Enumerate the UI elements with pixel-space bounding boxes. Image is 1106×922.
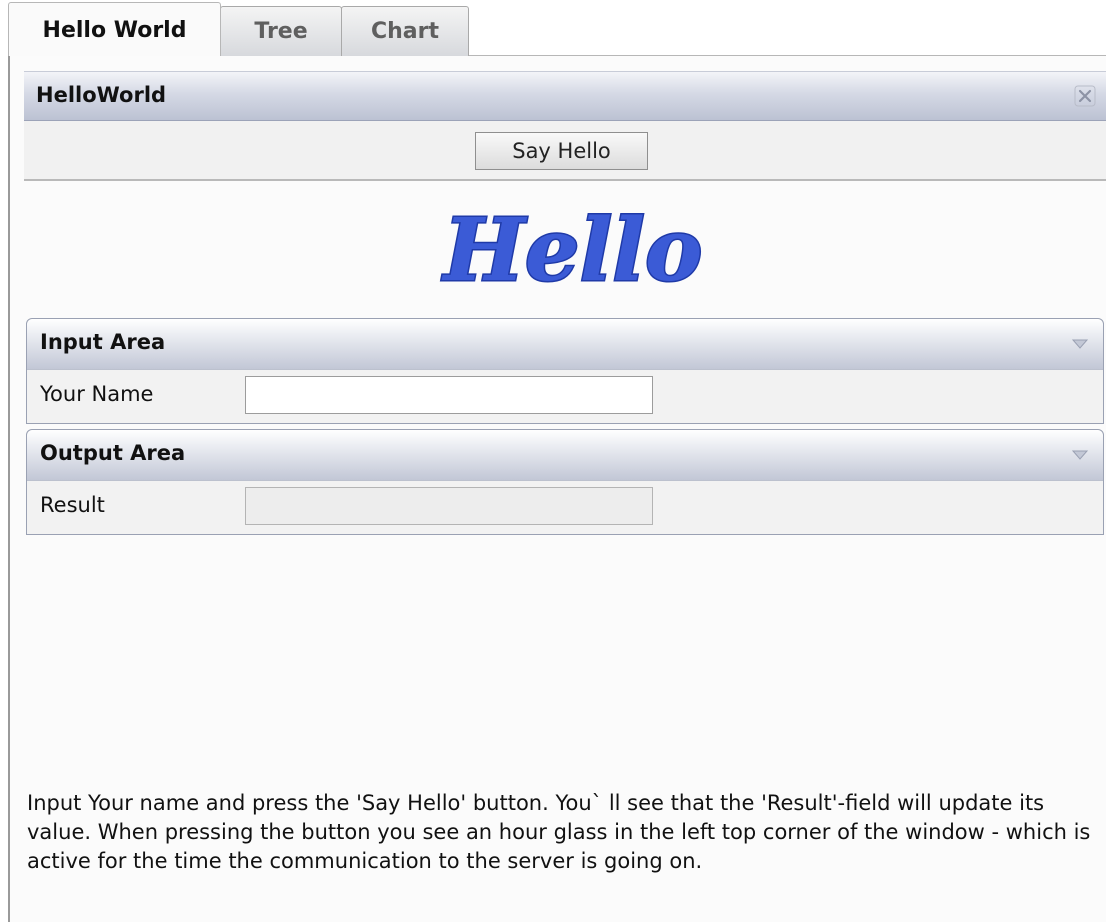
panel-title: HelloWorld — [36, 83, 167, 107]
tab-hello-world[interactable]: Hello World — [8, 2, 221, 57]
close-icon[interactable] — [1074, 85, 1096, 107]
tab-tree[interactable]: Tree — [220, 6, 342, 56]
tab-page-hello-world: HelloWorld Say Hello Hello Input Area Yo… — [8, 56, 1106, 922]
help-text: Input Your name and press the 'Say Hello… — [27, 791, 1091, 873]
result-field — [245, 487, 653, 525]
input-area-header[interactable]: Input Area — [27, 319, 1103, 370]
say-hello-button[interactable]: Say Hello — [475, 132, 648, 170]
output-area-header[interactable]: Output Area — [27, 430, 1103, 481]
output-area-group: Output Area Result — [26, 429, 1104, 535]
tab-chart[interactable]: Chart — [341, 6, 469, 56]
output-area-title: Output Area — [40, 441, 186, 465]
your-name-input[interactable] — [245, 376, 653, 414]
hello-logo: Hello — [439, 199, 704, 303]
panel-header: HelloWorld — [24, 71, 1106, 121]
tab-bar: Tree Chart Hello World — [8, 0, 1106, 57]
hello-logo-text: Hello — [441, 200, 703, 301]
result-label: Result — [40, 493, 105, 517]
chevron-down-icon[interactable] — [1071, 449, 1089, 461]
input-area-title: Input Area — [40, 330, 166, 354]
your-name-label: Your Name — [40, 382, 154, 406]
input-area-group: Input Area Your Name — [26, 318, 1104, 424]
chevron-down-icon[interactable] — [1071, 338, 1089, 350]
toolbar: Say Hello — [24, 121, 1106, 181]
